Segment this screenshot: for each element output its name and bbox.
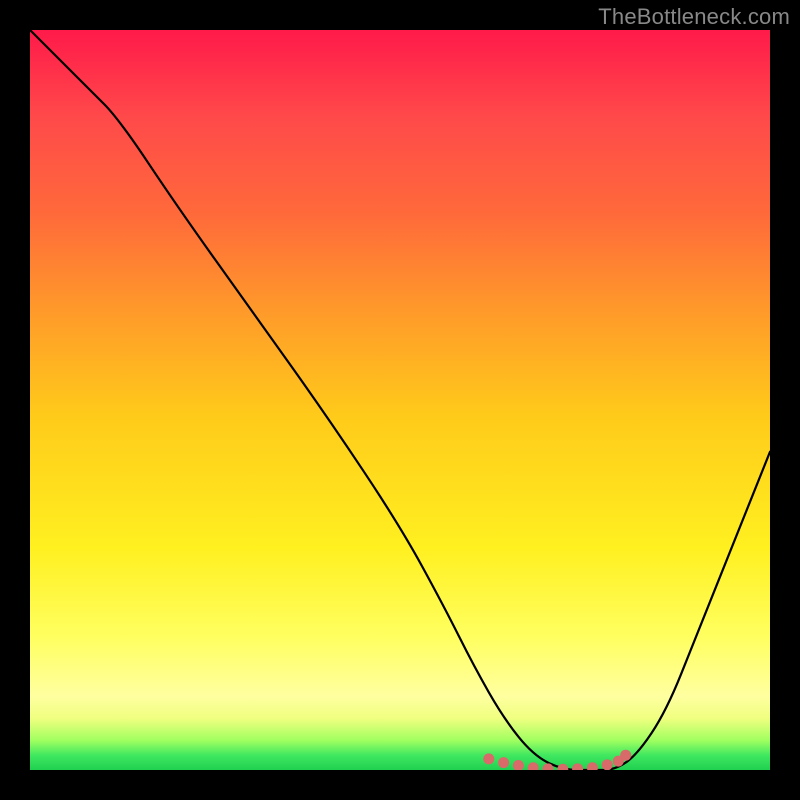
watermark-text: TheBottleneck.com [598,4,790,30]
chart-gradient-background [30,30,770,770]
